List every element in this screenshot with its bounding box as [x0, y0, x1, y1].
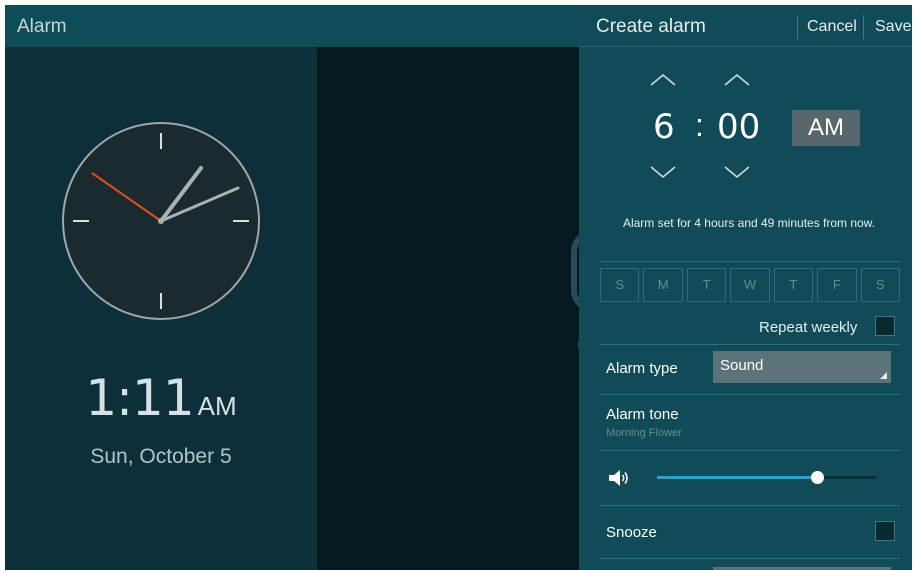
day-wednesday[interactable]: W — [730, 268, 770, 302]
header-divider — [797, 15, 798, 39]
time-separator: : — [695, 107, 704, 143]
repeat-weekly-checkbox[interactable] — [875, 316, 895, 336]
volume-slider-fill — [657, 476, 817, 479]
alarm-type-dropdown[interactable]: Sound — [713, 351, 891, 383]
create-alarm-title: Create alarm — [596, 16, 706, 37]
day-tuesday[interactable]: T — [686, 268, 727, 302]
repeat-weekly-label: Repeat weekly — [759, 319, 858, 336]
current-date: Sun, October 5 — [90, 445, 232, 468]
snooze-label: Snooze — [606, 524, 657, 541]
alarm-type-value: Sound — [720, 357, 764, 374]
digital-time-ampm: AM — [197, 391, 237, 421]
hour-down-chevron-down-icon[interactable] — [649, 165, 677, 181]
alarm-tone-value: Morning Flower — [606, 427, 682, 439]
analog-clock — [62, 122, 260, 320]
day-friday[interactable]: F — [817, 268, 857, 302]
divider — [600, 558, 900, 559]
hour-value[interactable]: 6 — [653, 107, 675, 147]
app-header: Alarm — [5, 5, 579, 47]
day-sunday[interactable]: S — [600, 268, 640, 302]
create-alarm-header: Create alarm Cancel Save — [579, 5, 912, 47]
cancel-button[interactable]: Cancel — [807, 18, 857, 36]
volume-slider[interactable] — [657, 471, 876, 484]
dropdown-corner-icon — [880, 372, 887, 379]
alarm-tone-label[interactable]: Alarm tone — [606, 406, 679, 423]
minute-down-chevron-down-icon[interactable] — [723, 165, 751, 181]
divider — [600, 505, 900, 506]
save-button[interactable]: Save — [875, 18, 911, 36]
create-alarm-panel: Create alarm Cancel Save 6 : 00 AM Alarm… — [579, 5, 912, 570]
divider — [600, 394, 900, 395]
volume-slider-thumb[interactable] — [810, 471, 824, 484]
day-thursday[interactable]: T — [773, 268, 814, 302]
alarm-type-label: Alarm type — [606, 360, 678, 377]
snooze-checkbox[interactable] — [875, 521, 895, 541]
divider — [600, 450, 900, 451]
hour-up-chevron-up-icon[interactable] — [649, 71, 677, 87]
digital-time-value: 1:11 — [85, 369, 194, 427]
alarm-screen: Alarm 1:11 AM Sun, October 5 Create alarm… — [5, 5, 912, 570]
header-divider — [863, 15, 864, 39]
alarm-list-area — [317, 47, 579, 570]
ampm-button[interactable]: AM — [792, 110, 860, 146]
digital-time: 1:11 AM — [5, 369, 317, 427]
app-title: Alarm — [17, 16, 67, 37]
day-saturday[interactable]: S — [860, 268, 900, 302]
alarm-countdown-text: Alarm set for 4 hours and 49 minutes fro… — [622, 216, 876, 230]
weekday-selector: S M T W T F S — [600, 268, 900, 302]
volume-icon — [609, 470, 628, 486]
divider — [600, 344, 900, 345]
next-setting-field[interactable] — [713, 567, 891, 570]
clock-center — [158, 218, 164, 224]
minute-up-chevron-up-icon[interactable] — [723, 71, 751, 87]
day-monday[interactable]: M — [643, 268, 683, 302]
divider — [600, 261, 900, 262]
minute-value[interactable]: 00 — [717, 107, 760, 147]
